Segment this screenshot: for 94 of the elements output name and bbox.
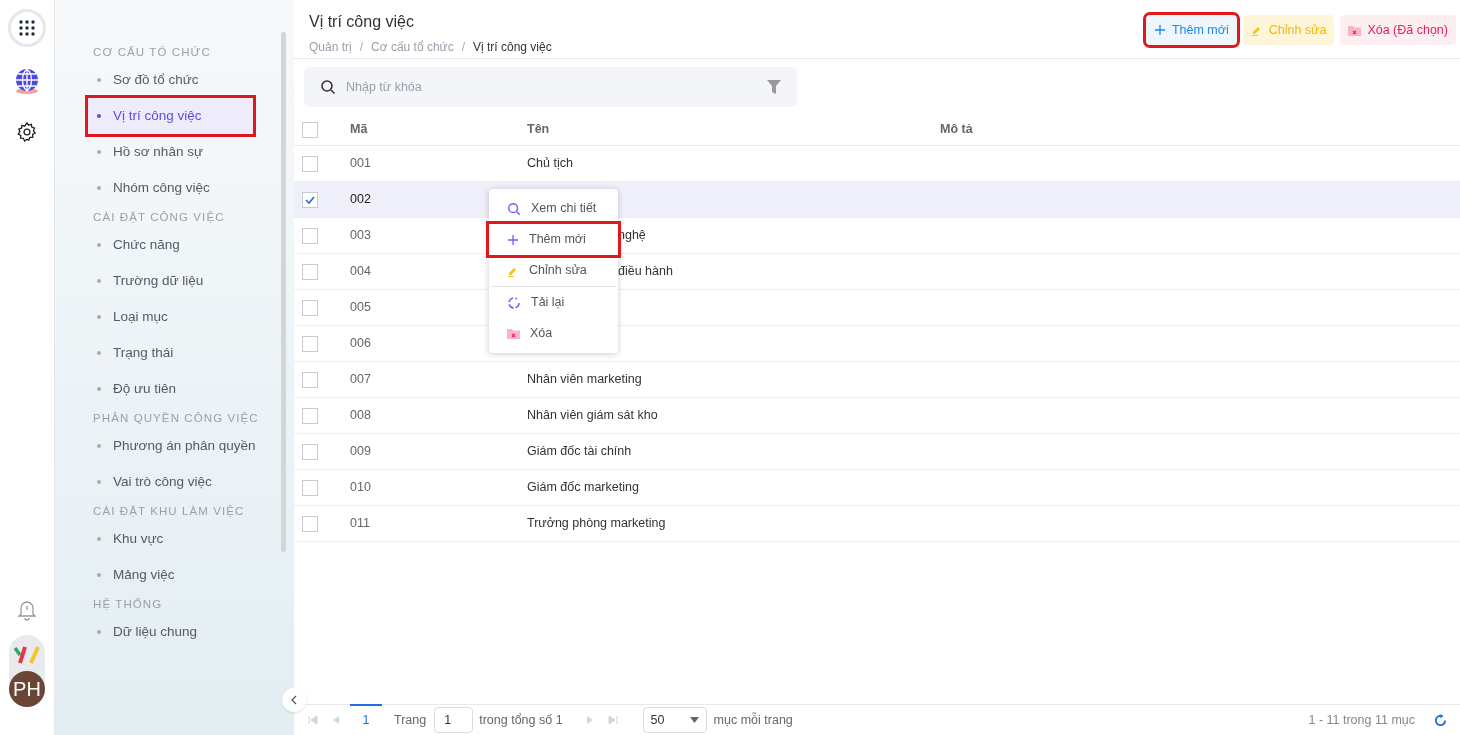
folder-icon — [1348, 24, 1362, 36]
search-icon — [507, 201, 521, 216]
section-heading: HỆ THỐNG — [93, 597, 164, 612]
table-cell-text: điều hành — [618, 263, 673, 281]
sidebar-item[interactable]: Chức năng — [88, 227, 253, 263]
reload-icon — [507, 295, 521, 310]
grid-icon — [18, 19, 36, 37]
menu-item[interactable]: Xóa — [489, 318, 618, 349]
table-cell-text: 008 — [350, 407, 371, 425]
sidebar-item[interactable]: Mảng việc — [88, 557, 253, 593]
refresh-icon[interactable] — [1433, 712, 1448, 728]
sidebar-item[interactable]: Khu vực — [88, 521, 253, 557]
caret-icon — [689, 717, 699, 723]
section-heading: CÀI ĐẶT CÔNG VIỆC — [93, 210, 226, 225]
section-heading: PHÂN QUYỀN CÔNG VIỆC — [93, 411, 260, 426]
sidebar-item[interactable]: Hồ sơ nhân sự — [88, 134, 253, 170]
next-page-icon[interactable] — [585, 715, 594, 725]
filter-icon[interactable] — [767, 80, 781, 94]
checkbox[interactable] — [302, 263, 318, 280]
sidebar-item[interactable]: Trạng thái — [88, 335, 253, 371]
search-icon — [320, 79, 336, 95]
page-number[interactable]: 1 — [350, 703, 382, 735]
bell-icon[interactable] — [17, 599, 37, 621]
checkbox[interactable] — [302, 515, 318, 532]
checkbox[interactable] — [302, 335, 318, 352]
previous-page-icon[interactable] — [332, 715, 340, 725]
sidebar-item[interactable]: Nhóm công việc — [88, 170, 253, 206]
table-cell-text: Nhân viên marketing — [527, 371, 642, 389]
table-cell-text: 002 — [350, 191, 371, 209]
table-cell-text: 007 — [350, 371, 371, 389]
settings-icon[interactable] — [16, 121, 38, 143]
table-cell-text: Giám đốc tài chính — [527, 443, 632, 461]
section-heading: CÀI ĐẶT KHU LÀM VIỆC — [93, 504, 246, 519]
collapse-button[interactable] — [282, 688, 306, 712]
user-avatar[interactable]: PH — [9, 671, 45, 707]
checkbox[interactable] — [302, 121, 318, 138]
column-header: Tên — [527, 121, 551, 139]
checkbox[interactable] — [302, 191, 318, 208]
first-page-icon[interactable] — [308, 715, 318, 725]
sidebar-item[interactable]: Vị trí công việc — [88, 98, 253, 134]
action-button[interactable]: Thêm mới — [1145, 15, 1237, 45]
breadcrumb-separator: / — [359, 39, 364, 56]
table-cell-text: Nhân viên giám sát kho — [527, 407, 658, 425]
checkbox[interactable] — [302, 227, 318, 244]
page-size-label: mục mỗi trang — [713, 711, 793, 729]
checkbox[interactable] — [302, 371, 318, 388]
menu-item[interactable]: Thêm mới — [489, 224, 618, 255]
search-input[interactable]: Nhập từ khóa — [346, 77, 757, 97]
checkbox[interactable] — [302, 299, 318, 316]
checkbox[interactable] — [302, 479, 318, 496]
action-button[interactable]: Xóa (Đã chọn) — [1340, 15, 1456, 45]
menu-item[interactable]: Tải lại — [489, 287, 618, 318]
table-cell-text: 003 — [350, 227, 371, 245]
table-cell-text: 010 — [350, 479, 371, 497]
checkbox[interactable] — [302, 443, 318, 460]
menu-item[interactable]: Xem chi tiết — [489, 193, 618, 224]
table-cell-text: 004 — [350, 263, 371, 281]
page-size-select[interactable]: 50 — [642, 707, 707, 733]
checkbox[interactable] — [302, 407, 318, 424]
apps-menu-button[interactable] — [8, 9, 46, 47]
page-total: trong tổng số 1 — [479, 711, 563, 729]
table-cell-text: 006 — [350, 335, 371, 353]
menu-item[interactable]: Chỉnh sửa — [489, 255, 618, 286]
last-page-icon[interactable] — [607, 715, 618, 725]
folder-icon — [507, 328, 520, 339]
item-range: 1 - 11 trong 11 mục — [1308, 711, 1415, 729]
sidebar-item[interactable]: Độ ưu tiên — [88, 371, 253, 407]
sidebar-item[interactable]: Trường dữ liệu — [88, 263, 253, 299]
sidebar-item[interactable]: Sơ đồ tổ chức — [88, 62, 253, 98]
search-field[interactable]: Nhập từ khóa — [304, 67, 797, 107]
table-cell-text: Giám đốc marketing — [527, 479, 639, 497]
section-heading: CƠ CẤU TỔ CHỨC — [93, 45, 212, 60]
logo-icon — [14, 645, 40, 665]
plus-icon — [1153, 24, 1166, 36]
table-cell-text: 005 — [350, 299, 371, 317]
plus-icon — [507, 233, 519, 246]
breadcrumb-separator: / — [461, 39, 465, 56]
table-cell-text: 009 — [350, 443, 371, 461]
page-title: Vị trí công việc — [309, 12, 415, 32]
sidebar-item[interactable]: Loại mục — [88, 299, 253, 335]
page-label: Trang — [394, 711, 427, 729]
sidebar-item[interactable]: Phương án phân quyền — [88, 428, 253, 464]
sidebar-item[interactable]: Dữ liệu chung — [88, 614, 253, 650]
sidebar-item[interactable]: Vai trò công việc — [88, 464, 253, 500]
pencil-icon — [1250, 24, 1263, 36]
page-input[interactable]: 1 — [434, 707, 474, 733]
table-cell-text: Chủ tịch — [527, 155, 573, 173]
column-header: Mã — [350, 121, 369, 139]
checkbox[interactable] — [302, 155, 318, 172]
chevron-left-icon — [290, 695, 298, 705]
table-cell-text: 001 — [350, 155, 371, 173]
table-cell-text: 011 — [350, 515, 370, 533]
table-cell-text: Trưởng phòng marketing — [527, 515, 666, 533]
column-header: Mô tả — [940, 121, 973, 139]
